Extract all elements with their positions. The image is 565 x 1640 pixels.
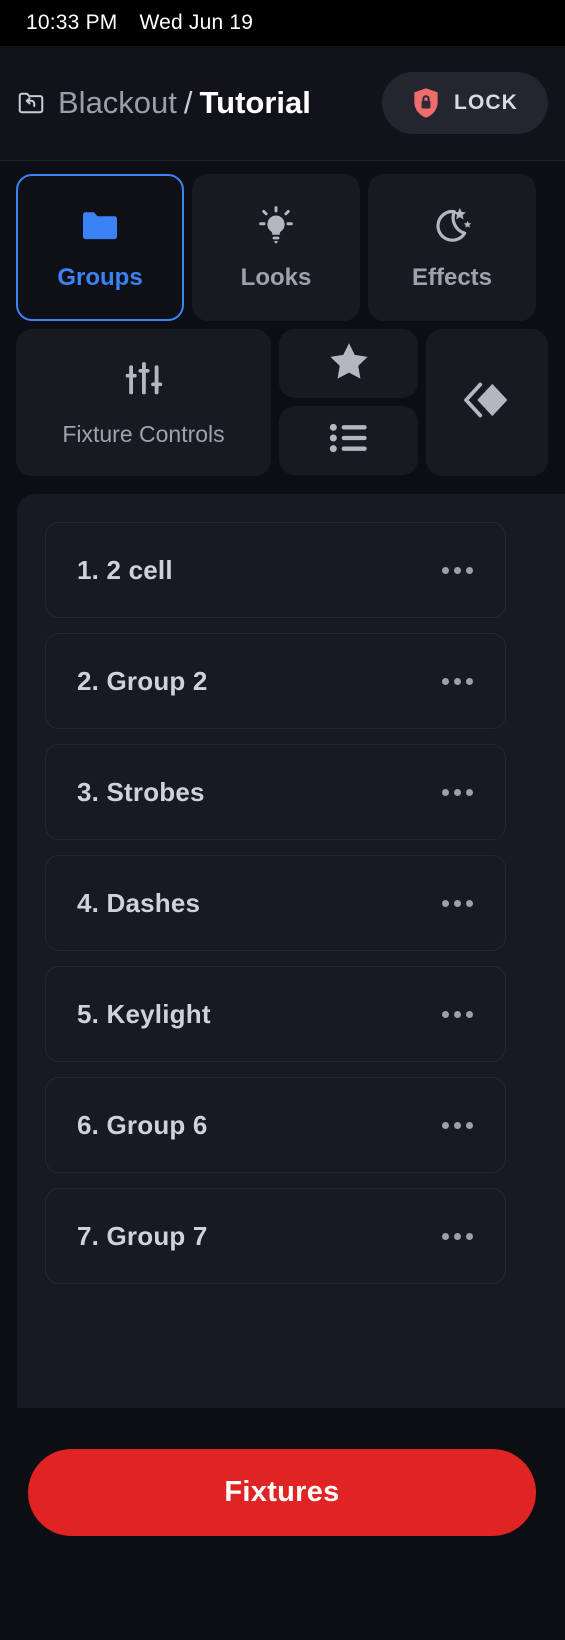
- list-item[interactable]: 3. Strobes: [45, 744, 506, 840]
- favorites-button[interactable]: [279, 329, 418, 398]
- ellipsis-icon[interactable]: [438, 779, 477, 806]
- list-item[interactable]: 4. Dashes: [45, 855, 506, 951]
- list-item-label: 6. Group 6: [77, 1109, 208, 1140]
- folder-back-icon[interactable]: [16, 88, 46, 118]
- app-header: Blackout / Tutorial LOCK: [0, 46, 565, 161]
- tools-bar: Fixture Controls: [0, 321, 565, 476]
- list-item[interactable]: 6. Group 6: [45, 1077, 506, 1173]
- list-item-label: 4. Dashes: [77, 887, 201, 918]
- groups-list-panel[interactable]: 1. 2 cell 2. Group 2 3. Strobes 4. Dashe…: [17, 494, 565, 1408]
- folder-icon: [79, 204, 121, 248]
- ellipsis-icon[interactable]: [438, 668, 477, 695]
- tab-effects[interactable]: Effects: [368, 174, 536, 321]
- ellipsis-icon[interactable]: [438, 1112, 477, 1139]
- tab-looks-label: Looks: [240, 263, 312, 291]
- list-item[interactable]: 1. 2 cell: [45, 522, 506, 618]
- breadcrumb-separator: /: [183, 85, 193, 120]
- list-item[interactable]: 2. Group 2: [45, 633, 506, 729]
- bottom-bar: Fixtures: [0, 1408, 565, 1640]
- tab-bar: Groups Looks Effects: [0, 161, 565, 321]
- ellipsis-icon[interactable]: [438, 890, 477, 917]
- list-item-label: 5. Keylight: [77, 998, 211, 1029]
- fixture-controls-label: Fixture Controls: [62, 420, 225, 447]
- tab-looks[interactable]: Looks: [192, 174, 360, 321]
- list-item[interactable]: 5. Keylight: [45, 966, 506, 1062]
- app-root: 10:33 PM Wed Jun 19 Blackout / Tutorial …: [0, 0, 565, 1640]
- layers-button[interactable]: [426, 329, 548, 476]
- shield-lock-icon: [414, 88, 438, 118]
- sliders-icon: [124, 358, 164, 407]
- status-time: 10:33 PM: [26, 11, 118, 34]
- list-item[interactable]: 7. Group 7: [45, 1188, 506, 1284]
- breadcrumb-parent[interactable]: Blackout: [58, 85, 177, 121]
- ellipsis-icon[interactable]: [438, 1223, 477, 1250]
- list-icon: [329, 422, 369, 459]
- fixture-controls-button[interactable]: Fixture Controls: [16, 329, 271, 476]
- breadcrumb: Blackout / Tutorial: [58, 85, 311, 121]
- list-view-button[interactable]: [279, 406, 418, 475]
- ellipsis-icon[interactable]: [438, 557, 477, 584]
- lock-button[interactable]: LOCK: [382, 72, 548, 134]
- status-bar: 10:33 PM Wed Jun 19: [0, 0, 565, 46]
- star-icon: [328, 341, 370, 386]
- list-item-label: 3. Strobes: [77, 776, 205, 807]
- layers-diamond-icon: [463, 378, 511, 427]
- tab-groups[interactable]: Groups: [16, 174, 184, 321]
- tab-effects-label: Effects: [411, 263, 493, 291]
- list-item-label: 7. Group 7: [77, 1220, 208, 1251]
- status-date: Wed Jun 19: [139, 11, 254, 34]
- breadcrumb-current: Tutorial: [199, 85, 311, 120]
- moon-stars-icon: [430, 204, 474, 248]
- tab-groups-label: Groups: [57, 263, 143, 291]
- list-item-label: 1. 2 cell: [77, 554, 173, 585]
- tools-stack: [279, 329, 418, 476]
- ellipsis-icon[interactable]: [438, 1001, 477, 1028]
- list-item-label: 2. Group 2: [77, 665, 208, 696]
- lock-button-label: LOCK: [454, 91, 518, 114]
- fixtures-button[interactable]: Fixtures: [28, 1449, 536, 1536]
- lightbulb-icon: [256, 204, 296, 248]
